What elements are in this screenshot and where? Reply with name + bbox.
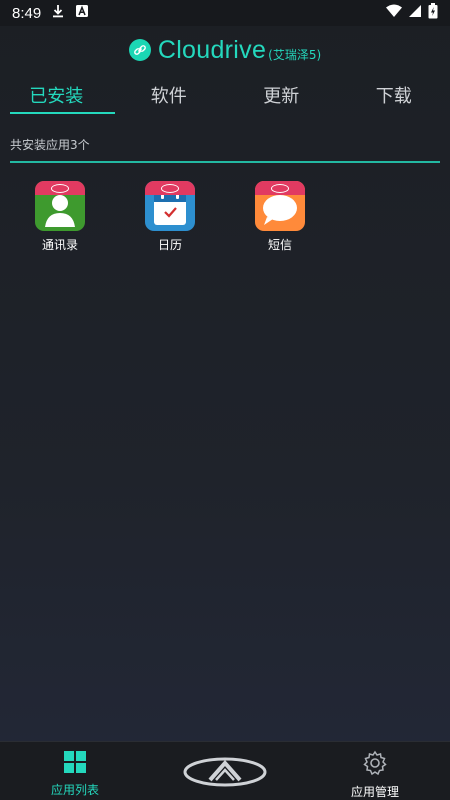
app-item-messages[interactable]: 短信 <box>245 181 315 253</box>
app-label-messages: 短信 <box>267 238 292 252</box>
nav-app-list-label: 应用列表 <box>50 783 99 797</box>
tab-software[interactable]: 软件 <box>113 76 226 116</box>
app-header: Cloudrive (艾瑞泽5) <box>0 34 450 66</box>
car-brand-logo <box>180 754 270 790</box>
tab-installed[interactable]: 已安装 <box>0 76 114 116</box>
status-bar: 8:49 <box>0 0 450 26</box>
wifi-icon <box>386 4 402 22</box>
app-label-contacts: 通讯录 <box>41 238 78 252</box>
messages-icon <box>255 181 305 231</box>
status-time: 8:49 <box>12 4 42 22</box>
app-item-contacts[interactable]: 通讯录 <box>25 181 95 253</box>
download-icon <box>51 4 65 22</box>
contacts-icon <box>35 181 85 231</box>
grid-icon <box>63 751 87 777</box>
gear-icon <box>362 750 388 779</box>
installed-count: 共安装应用3个 <box>10 138 90 152</box>
divider <box>10 161 440 163</box>
battery-icon <box>428 3 438 23</box>
app-title: Cloudrive <box>157 35 267 64</box>
signal-icon <box>408 4 422 22</box>
cloudrive-link-icon <box>128 39 151 61</box>
nav-app-management-label: 应用管理 <box>350 785 399 799</box>
bottom-nav: 应用列表 应用管理 <box>0 741 450 800</box>
app-subtitle: (艾瑞泽5) <box>268 47 322 62</box>
app-label-calendar: 日历 <box>157 238 182 252</box>
tab-downloads[interactable]: 下载 <box>338 76 450 116</box>
calendar-icon <box>145 181 195 231</box>
app-item-calendar[interactable]: 日历 <box>135 181 205 253</box>
nav-app-management[interactable]: 应用管理 <box>325 750 425 800</box>
nav-app-list[interactable]: 应用列表 <box>25 750 125 798</box>
tab-bar: 已安装 软件 更新 下载 <box>0 76 450 116</box>
tab-updates[interactable]: 更新 <box>225 76 338 116</box>
notification-a-icon <box>75 4 89 22</box>
